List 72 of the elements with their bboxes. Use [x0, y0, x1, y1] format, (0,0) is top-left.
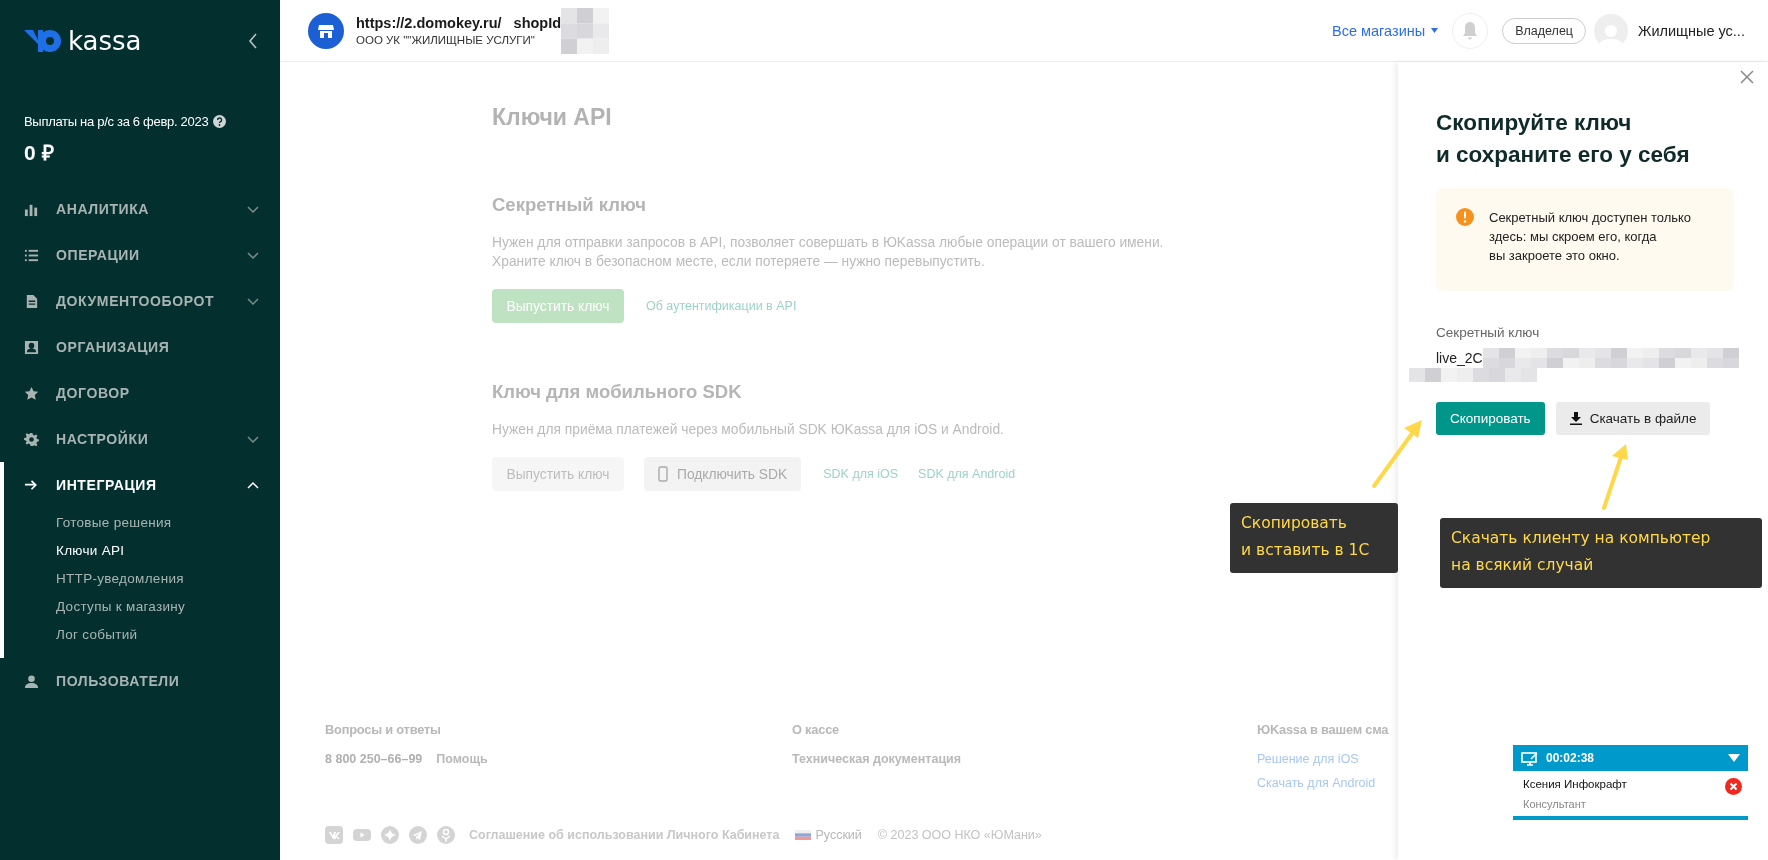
- nav-subitem[interactable]: HTTP-уведомления: [4, 566, 280, 594]
- copyright: © 2023 ООО НКО «ЮМани»: [877, 828, 1042, 842]
- nav-subitem[interactable]: Доступы к магазину: [4, 594, 280, 622]
- section-title: Секретный ключ: [492, 194, 646, 216]
- store-icon[interactable]: [308, 12, 344, 49]
- panel-title: Скопируйте ключ: [1436, 109, 1632, 137]
- nav-icon: [24, 339, 39, 355]
- monitor-icon: [1521, 750, 1539, 766]
- phone-icon: [658, 466, 668, 482]
- close-icon[interactable]: [1740, 70, 1754, 84]
- nav-icon: [24, 293, 39, 309]
- organization-name: ООО УК ""ЖИЛИЩНЫЕ УСЛУГИ": [356, 34, 536, 46]
- page-title: Ключи API: [492, 104, 612, 131]
- nav-item[interactable]: НАСТРОЙКИ: [0, 416, 280, 462]
- nav-icon: [24, 385, 39, 401]
- annotation-note: Скопировать и вставить в 1С: [1230, 503, 1398, 573]
- nav-item[interactable]: ОПЕРАЦИИ: [0, 232, 280, 278]
- nav-icon: [24, 247, 39, 263]
- section-description: Нужен для приёма платежей через мобильный SDK ЮKassa для iOS и Android.: [492, 421, 1004, 439]
- consultant-name: Ксения Инфокрафт: [1523, 778, 1627, 790]
- annotation-note: Скачать клиенту на компьютер на всякий случай: [1440, 518, 1762, 588]
- social-icon[interactable]: [409, 826, 427, 844]
- logo-text: kassa: [68, 26, 142, 56]
- nav-item[interactable]: ДОКУМЕНТООБОРОТ: [0, 278, 280, 324]
- payout-label: Выплаты на р/с за 6 февр. 2023: [24, 114, 209, 129]
- help-icon[interactable]: [213, 115, 227, 128]
- flag-icon: [795, 830, 812, 840]
- nav-icon: [24, 673, 39, 689]
- payout-amount: 0 ₽: [24, 140, 54, 166]
- close-icon[interactable]: [1725, 778, 1742, 795]
- logo-mark-icon: [24, 28, 62, 54]
- caret-icon: [1431, 28, 1439, 33]
- key-value: live_2C: [1436, 350, 1483, 366]
- section-description: Храните ключ в безопасном месте, если потеряете — нужно перевыпустить.: [492, 253, 985, 271]
- nav-item[interactable]: ОРГАНИЗАЦИЯ: [0, 324, 280, 370]
- warning-text: вы закроете это окно.: [1489, 247, 1620, 265]
- warning-text: Секретный ключ доступен только: [1489, 209, 1692, 227]
- collapse-caret-icon[interactable]: [1728, 754, 1740, 762]
- user-name[interactable]: Жилищные ус...: [1638, 22, 1768, 39]
- panel-title: и сохраните его у себя: [1436, 141, 1690, 169]
- copy-button[interactable]: Скопировать: [1436, 402, 1545, 435]
- phone-number: 8 800 250–66–99: [325, 752, 423, 766]
- social-icon[interactable]: [353, 826, 371, 844]
- warning-icon: [1456, 208, 1474, 226]
- nav-item[interactable]: ИНТЕГРАЦИЯ: [4, 462, 280, 508]
- warning-text: здесь: мы скроем его, когда: [1489, 228, 1657, 246]
- nav-subitem[interactable]: Лог событий: [4, 622, 280, 650]
- download-button[interactable]: Скачать в файле: [1555, 402, 1711, 435]
- nav-item[interactable]: ПОЛЬЗОВАТЕЛИ: [0, 658, 280, 704]
- social-icon[interactable]: [381, 826, 399, 844]
- nav-item[interactable]: АНАЛИТИКА: [0, 186, 280, 232]
- footer-heading: О кассе: [792, 722, 839, 737]
- stores-dropdown[interactable]: Все магазины: [1332, 22, 1439, 39]
- store-url: https://2.domokey.ru/: [356, 15, 502, 31]
- nav-icon: [24, 431, 39, 447]
- section-description: Нужен для отправки запросов в API, позволяет совершать в ЮKassa любые операции от вашего имени.: [492, 234, 1164, 252]
- social-icon[interactable]: [437, 826, 455, 844]
- footer-heading: Вопросы и ответы: [325, 722, 441, 737]
- nav-subitem[interactable]: Готовые решения: [4, 510, 280, 538]
- redaction-mask: [561, 7, 610, 54]
- collapse-icon[interactable]: [248, 33, 258, 49]
- chat-timer: 00:02:38: [1546, 751, 1596, 765]
- consultant-role: Консультант: [1523, 798, 1586, 810]
- download-icon: [1569, 412, 1582, 425]
- nav-item[interactable]: ДОГОВОР: [0, 370, 280, 416]
- bell-icon: [1461, 20, 1480, 41]
- nav-subitem[interactable]: Ключи API: [4, 538, 280, 566]
- shop-id-label: shopId: [513, 15, 562, 31]
- section-title: Ключ для мобильного SDK: [492, 381, 742, 403]
- social-icon[interactable]: [325, 826, 343, 844]
- key-label: Секретный ключ: [1436, 325, 1540, 340]
- footer-heading: ЮKassa в вашем сма: [1257, 722, 1389, 737]
